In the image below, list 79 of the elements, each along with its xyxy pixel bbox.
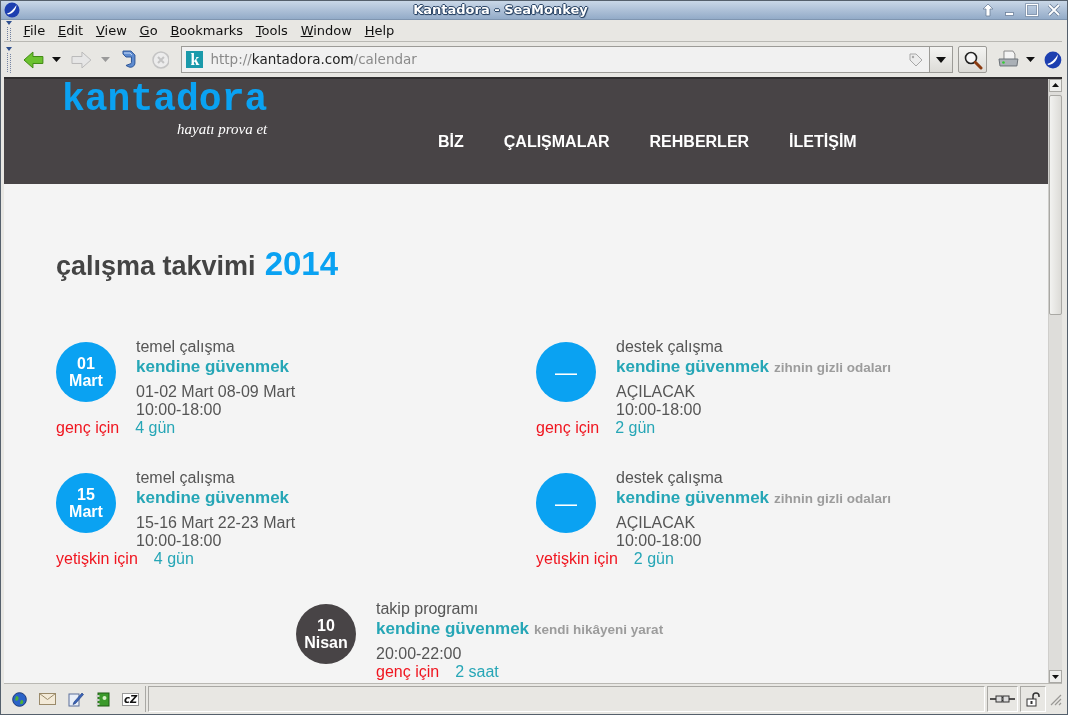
address-field[interactable]: k http://kantadora.com/calendar: [181, 46, 954, 73]
printer-icon[interactable]: [998, 50, 1020, 69]
toolbar-grip-icon[interactable]: [6, 20, 12, 41]
audience-label: yetişkin için: [56, 550, 138, 567]
plug-icon[interactable]: [990, 694, 1015, 704]
window-title: Kantadora - SeaMonkey: [412, 2, 589, 18]
menu-item[interactable]: Edit: [51, 21, 90, 40]
duration-label: 4 gün: [135, 419, 176, 436]
maximize-icon[interactable]: [1025, 3, 1039, 17]
event-subtitle: zihnin gizli odaları: [774, 491, 892, 506]
address-book-icon[interactable]: [96, 691, 110, 707]
url-text: http://kantadora.com/calendar: [210, 50, 418, 70]
dropdown-button[interactable]: [929, 47, 953, 72]
globe-icon[interactable]: [12, 691, 27, 707]
back-arrow-icon[interactable]: [22, 50, 44, 69]
page-pen-icon[interactable]: [68, 691, 84, 707]
menu-item[interactable]: Tools: [249, 21, 295, 40]
menu-item[interactable]: File: [17, 21, 52, 40]
scroll-up-icon[interactable]: [1049, 79, 1062, 92]
event-time: 20:00-22:00: [376, 645, 462, 663]
year-label: 2014: [264, 244, 339, 284]
menu-item[interactable]: Window: [294, 21, 359, 40]
audience-label: genç için: [376, 663, 440, 680]
scroll-down-icon[interactable]: [1049, 670, 1062, 683]
caret-icon: [936, 56, 947, 63]
page-heading: çalışma takvimi: [56, 250, 256, 283]
caret-icon[interactable]: [1026, 57, 1036, 62]
audience-label: genç için: [56, 419, 120, 436]
menu-item[interactable]: Go: [133, 21, 164, 40]
menu-item[interactable]: Bookmarks: [164, 21, 250, 40]
resize-grip-icon[interactable]: [1048, 692, 1062, 706]
duration-label: 2 saat: [455, 663, 499, 680]
event-time: 10:00-18:00: [136, 401, 222, 419]
audience-label: yetişkin için: [536, 550, 618, 567]
menu-item[interactable]: Help: [358, 21, 401, 40]
menu-item[interactable]: View: [89, 21, 134, 40]
event-subtitle: zihnin gizli odaları: [774, 360, 892, 375]
event-type: temel çalışma: [136, 337, 235, 357]
close-icon[interactable]: [1047, 3, 1061, 17]
envelope-icon[interactable]: [39, 693, 56, 705]
scrollbar[interactable]: [1048, 79, 1062, 683]
arrow-up-icon[interactable]: [981, 3, 995, 17]
duration-label: 2 gün: [615, 419, 656, 436]
nav-link[interactable]: ÇALIŞMALAR: [503, 132, 610, 152]
audience-label: genç için: [536, 419, 600, 436]
date-badge: 15 Mart: [56, 473, 116, 533]
date-badge: 10 Nisan: [296, 604, 356, 664]
duration-label: 2 gün: [633, 550, 674, 567]
event-dates: AÇILACAK: [616, 514, 696, 532]
caret-icon[interactable]: [51, 57, 61, 62]
duration-label: 4 gün: [153, 550, 194, 567]
date-badge: —: [536, 473, 596, 533]
site-favicon: k: [186, 51, 204, 68]
chat-button[interactable]: cZ: [122, 692, 140, 706]
event-type: destek çalışma: [616, 337, 723, 357]
event-dates: 15-16 Mart 22-23 Mart: [136, 514, 296, 532]
event-time: 10:00-18:00: [136, 532, 222, 550]
toolbar-grip-icon[interactable]: [6, 46, 12, 73]
app-logo-icon[interactable]: [4, 2, 20, 18]
nav-link[interactable]: BİZ: [438, 132, 464, 152]
nav-link[interactable]: REHBERLER: [649, 132, 750, 152]
event-dates: 01-02 Mart 08-09 Mart: [136, 383, 296, 401]
event-type: temel çalışma: [136, 468, 235, 488]
event-subtitle: kendi hikâyeni yarat: [534, 622, 664, 637]
event-dates: AÇILACAK: [616, 383, 696, 401]
event-type: takip programı: [376, 599, 479, 619]
search-button[interactable]: [958, 46, 988, 73]
scrollbar-thumb[interactable]: [1049, 95, 1062, 315]
app-logo-icon[interactable]: [1044, 50, 1062, 69]
event-time: 10:00-18:00: [616, 532, 702, 550]
event-type: destek çalışma: [616, 468, 723, 488]
nav-link[interactable]: İLETİŞİM: [789, 132, 857, 152]
search-icon: [962, 49, 983, 70]
date-badge: 01 Mart: [56, 342, 116, 402]
site-tagline: hayatı prova et: [176, 120, 268, 138]
open-padlock-icon[interactable]: [1026, 691, 1040, 707]
date-badge: —: [536, 342, 596, 402]
event-time: 10:00-18:00: [616, 401, 702, 419]
reload-icon[interactable]: [120, 50, 138, 69]
